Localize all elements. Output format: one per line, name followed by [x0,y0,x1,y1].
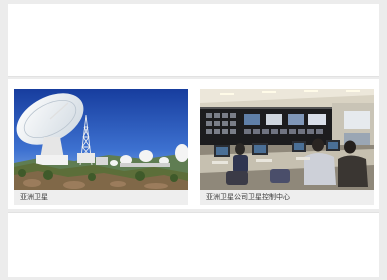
top-blank-panel [8,4,379,77]
gallery-card-control-center[interactable]: 亚洲卫星公司卫星控制中心 [200,89,374,205]
gallery-card-satellite-station[interactable]: 亚洲卫星 [14,89,188,205]
bottom-blank-panel [8,212,379,277]
control-center-photo[interactable] [200,89,374,190]
gallery-caption[interactable]: 亚洲卫星 [14,190,188,205]
satellite-station-photo[interactable] [14,89,188,190]
gallery-caption[interactable]: 亚洲卫星公司卫星控制中心 [200,190,374,205]
